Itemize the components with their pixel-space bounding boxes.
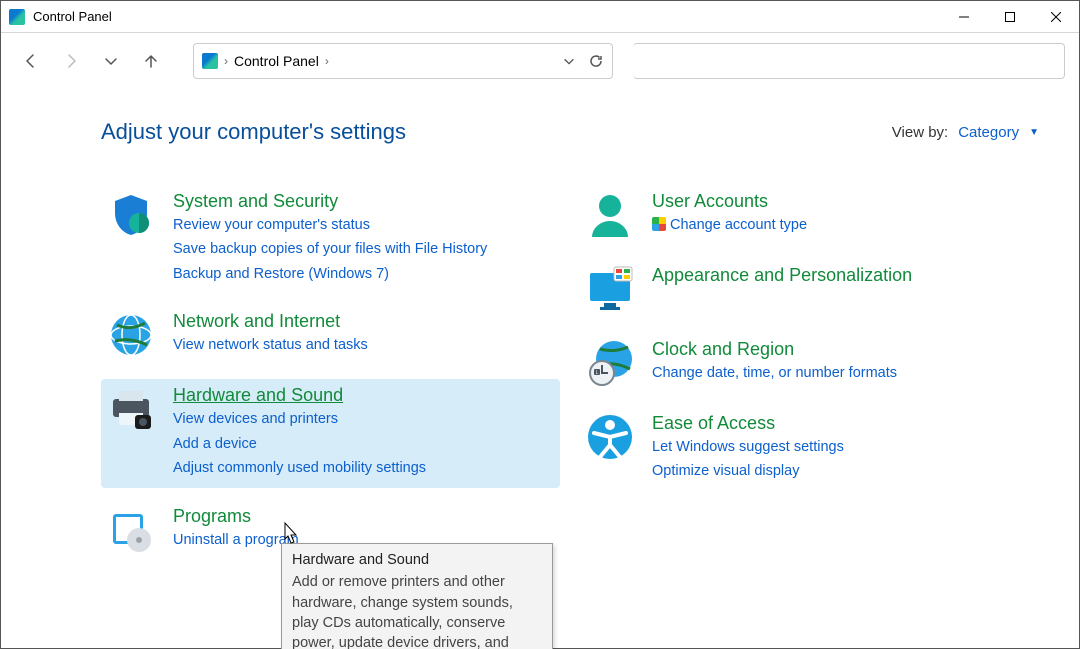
up-button[interactable]: [135, 45, 167, 77]
maximize-button[interactable]: [987, 1, 1033, 33]
control-panel-icon: [202, 53, 218, 69]
category-title[interactable]: Clock and Region: [652, 339, 897, 360]
page-title: Adjust your computer's settings: [101, 119, 406, 145]
category-clock-region[interactable]: L Clock and Region Change date, time, or…: [580, 333, 1039, 395]
category-title[interactable]: User Accounts: [652, 191, 807, 212]
task-link[interactable]: Backup and Restore (Windows 7): [173, 263, 487, 285]
printer-icon: [107, 385, 155, 433]
chevron-down-icon: ▼: [1029, 127, 1039, 138]
titlebar: Control Panel: [1, 1, 1079, 33]
content-header: Adjust your computer's settings View by:…: [101, 119, 1039, 145]
window-title: Control Panel: [33, 9, 112, 24]
globe-icon: [107, 311, 155, 359]
category-title[interactable]: System and Security: [173, 191, 487, 212]
monitor-icon: [586, 265, 634, 313]
programs-icon: [107, 506, 155, 554]
search-input[interactable]: [633, 43, 1065, 79]
category-network-internet[interactable]: Network and Internet View network status…: [101, 305, 560, 367]
window: Control Panel › Control Panel ›: [0, 0, 1080, 649]
chevron-right-icon[interactable]: ›: [224, 54, 228, 68]
category-title[interactable]: Hardware and Sound: [173, 385, 426, 406]
svg-text:L: L: [596, 370, 599, 376]
navigation-bar: › Control Panel ›: [1, 33, 1079, 89]
tooltip: Hardware and Sound Add or remove printer…: [281, 543, 553, 649]
task-link[interactable]: Change account type: [652, 214, 807, 236]
view-by-label: View by:: [892, 124, 948, 141]
accessibility-icon: [586, 413, 634, 461]
category-title[interactable]: Network and Internet: [173, 311, 368, 332]
category-column-right: User Accounts Change account type Appear…: [580, 185, 1039, 562]
category-ease-of-access[interactable]: Ease of Access Let Windows suggest setti…: [580, 407, 1039, 491]
control-panel-icon: [9, 9, 25, 25]
refresh-button[interactable]: [588, 53, 604, 69]
category-column-left: System and Security Review your computer…: [101, 185, 560, 562]
task-link[interactable]: Uninstall a program: [173, 529, 299, 551]
category-title[interactable]: Ease of Access: [652, 413, 844, 434]
task-link[interactable]: Optimize visual display: [652, 460, 844, 482]
back-button[interactable]: [15, 45, 47, 77]
task-link[interactable]: Save backup copies of your files with Fi…: [173, 238, 487, 260]
category-user-accounts[interactable]: User Accounts Change account type: [580, 185, 1039, 247]
task-link[interactable]: Add a device: [173, 433, 426, 455]
user-icon: [586, 191, 634, 239]
chevron-right-icon[interactable]: ›: [325, 54, 329, 68]
address-dropdown-button[interactable]: [562, 54, 576, 68]
task-link[interactable]: Review your computer's status: [173, 214, 487, 236]
close-button[interactable]: [1033, 1, 1079, 33]
category-system-security[interactable]: System and Security Review your computer…: [101, 185, 560, 293]
tooltip-body: Add or remove printers and other hardwar…: [292, 572, 542, 649]
view-by-selector[interactable]: View by: Category ▼: [892, 124, 1039, 141]
address-bar[interactable]: › Control Panel ›: [193, 43, 613, 79]
shield-icon: [107, 191, 155, 239]
tooltip-title: Hardware and Sound: [292, 550, 542, 570]
clock-globe-icon: L: [586, 339, 634, 387]
task-link[interactable]: View network status and tasks: [173, 334, 368, 356]
category-title[interactable]: Appearance and Personalization: [652, 265, 912, 286]
forward-button[interactable]: [55, 45, 87, 77]
category-hardware-sound[interactable]: Hardware and Sound View devices and prin…: [101, 379, 560, 487]
view-by-value: Category: [958, 124, 1019, 141]
category-appearance-personalization[interactable]: Appearance and Personalization: [580, 259, 1039, 321]
minimize-button[interactable]: [941, 1, 987, 33]
task-link[interactable]: Let Windows suggest settings: [652, 436, 844, 458]
content-area: Adjust your computer's settings View by:…: [1, 89, 1079, 648]
task-link[interactable]: View devices and printers: [173, 408, 426, 430]
recent-locations-button[interactable]: [95, 45, 127, 77]
task-link[interactable]: Adjust commonly used mobility settings: [173, 457, 426, 479]
breadcrumb-label[interactable]: Control Panel: [234, 53, 319, 69]
category-title[interactable]: Programs: [173, 506, 299, 527]
task-link[interactable]: Change date, time, or number formats: [652, 362, 897, 384]
